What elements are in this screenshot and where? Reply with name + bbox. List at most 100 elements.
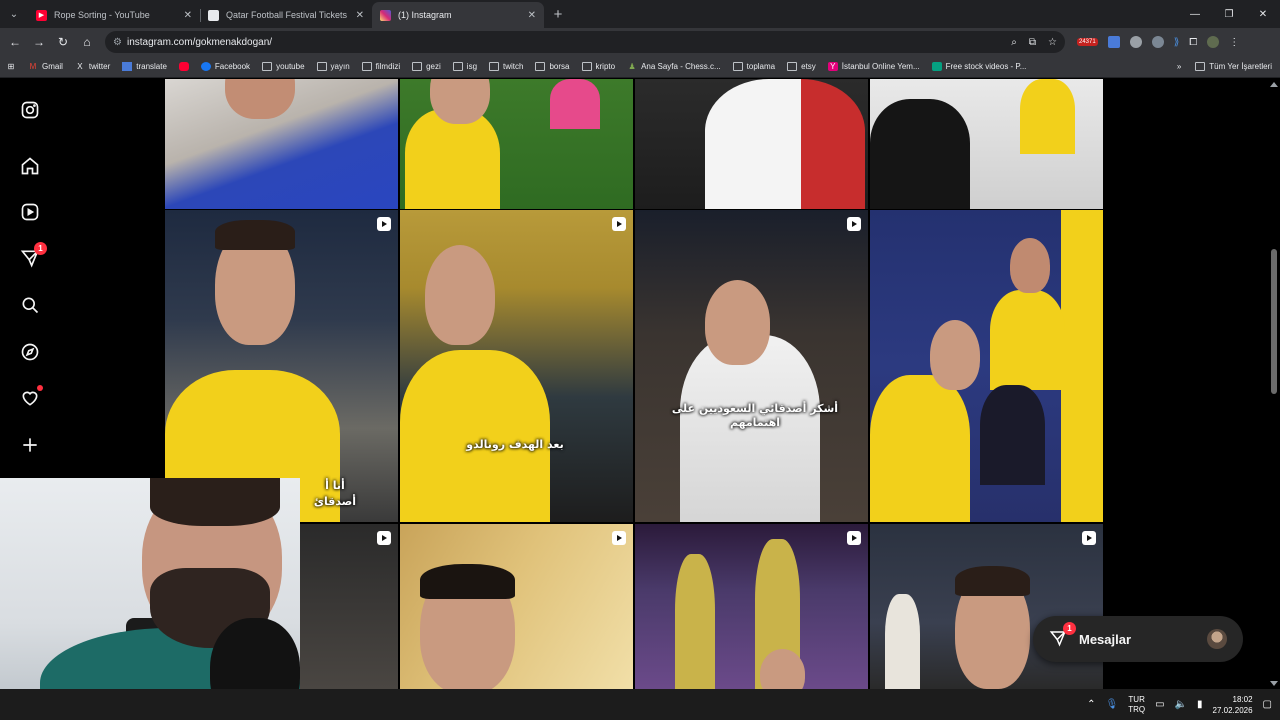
scroll-up-icon[interactable] xyxy=(1270,82,1278,87)
volume-icon[interactable]: 🔈 xyxy=(1175,699,1187,710)
page-scrollbar[interactable] xyxy=(1268,79,1280,689)
post-image xyxy=(930,320,980,390)
post-tile[interactable] xyxy=(635,524,868,689)
bookmark-star-icon[interactable]: ☆ xyxy=(1048,37,1057,48)
language-indicator[interactable]: TUR TRQ xyxy=(1128,695,1145,715)
reload-icon[interactable]: ↻ xyxy=(51,30,75,54)
post-tile[interactable] xyxy=(400,524,633,689)
post-tile[interactable] xyxy=(400,79,633,209)
webcam-overlay xyxy=(0,478,300,720)
tab-title: Qatar Football Festival Tickets ... xyxy=(226,10,349,20)
bookmark-free-stock[interactable]: Free stock videos - P... xyxy=(931,62,1026,71)
bookmark-translate[interactable]: translate xyxy=(122,62,167,71)
network-icon[interactable]: ▭ xyxy=(1155,699,1164,710)
tab-qatar-tickets[interactable]: Qatar Football Festival Tickets ... ✕ xyxy=(200,2,372,28)
apps-icon[interactable]: ⊞ xyxy=(6,62,16,71)
messages-icon[interactable]: 1 xyxy=(19,242,47,269)
post-tile[interactable] xyxy=(870,210,1103,522)
post-tile[interactable]: بعد الهدف رونالدو xyxy=(400,210,633,522)
reel-icon xyxy=(847,531,861,545)
tab-close-icon[interactable]: ✕ xyxy=(528,10,536,21)
back-icon[interactable]: ← xyxy=(3,30,27,54)
bookmark-istanbul-online[interactable]: Y İstanbul Online Yem... xyxy=(827,62,920,71)
bookmark-toplama[interactable]: toplama xyxy=(732,62,775,71)
explore-icon[interactable] xyxy=(19,341,41,363)
heart-icon[interactable] xyxy=(19,385,43,409)
install-app-icon[interactable]: ⧉ xyxy=(1029,37,1036,48)
messages-count-badge: 1 xyxy=(1063,622,1076,635)
post-image xyxy=(705,79,865,209)
bookmark-etsy[interactable]: etsy xyxy=(787,62,816,71)
post-image xyxy=(885,594,920,689)
tab-instagram[interactable]: (1) Instagram ✕ xyxy=(372,2,544,28)
post-caption-partial: أنا أ أصدقائ xyxy=(313,479,357,508)
window-controls: — ❐ ✕ xyxy=(1178,0,1280,28)
home-icon[interactable] xyxy=(19,155,41,177)
messages-pill[interactable]: 1 Mesajlar xyxy=(1033,616,1243,662)
tab-search-button[interactable]: ⌄ xyxy=(0,0,28,28)
post-tile[interactable] xyxy=(165,210,398,522)
bookmark-yayin[interactable]: yayın xyxy=(316,62,350,71)
bookmark-borsa[interactable]: borsa xyxy=(535,62,570,71)
tickets-favicon-icon xyxy=(208,9,219,21)
folder-icon xyxy=(412,62,423,71)
bookmark-chess[interactable]: ♟ Ana Sayfa - Chess.c... xyxy=(627,62,720,71)
tab-youtube[interactable]: ▶ Rope Sorting - YouTube ✕ xyxy=(28,2,200,28)
browser-toolbar: ← → ↻ ⌂ ⚙ instagram.com/gokmenakdogan/ ⌕… xyxy=(0,28,1280,56)
tab-close-icon[interactable]: ✕ xyxy=(356,10,364,21)
tab-close-icon[interactable]: ✕ xyxy=(184,10,192,21)
bookmark-kripto[interactable]: kripto xyxy=(581,62,615,71)
post-tile[interactable] xyxy=(635,79,868,209)
vpn-extension-icon[interactable] xyxy=(1151,36,1164,48)
scroll-down-icon[interactable] xyxy=(1270,681,1278,686)
wifi-extension-icon[interactable]: ⟫ xyxy=(1174,37,1180,48)
puzzle-extensions-icon[interactable]: ⧠ xyxy=(1189,37,1197,48)
bookmark-gezi[interactable]: gezi xyxy=(412,62,441,71)
tab-title: (1) Instagram xyxy=(398,10,452,20)
extension-badge[interactable]: 24371 xyxy=(1077,38,1098,46)
bookmark-twitch[interactable]: twitch xyxy=(489,62,523,71)
notifications-icon[interactable]: ▢ xyxy=(1263,699,1272,710)
battery-icon[interactable]: ▮ xyxy=(1197,699,1203,710)
post-image xyxy=(405,109,500,209)
bookmark-isg[interactable]: isg xyxy=(452,62,477,71)
restore-icon[interactable]: ❐ xyxy=(1212,0,1246,28)
url-text[interactable]: instagram.com/gokmenakdogan/ xyxy=(127,37,1011,48)
profile-avatar[interactable] xyxy=(1207,36,1220,48)
minimize-icon[interactable]: — xyxy=(1178,0,1212,28)
chess-pawn-icon: ♟ xyxy=(628,62,636,71)
translate-extension-icon[interactable] xyxy=(1107,36,1120,48)
address-bar[interactable]: ⚙ instagram.com/gokmenakdogan/ ⌕ ⧉ ☆ xyxy=(105,31,1065,53)
close-window-icon[interactable]: ✕ xyxy=(1246,0,1280,28)
new-tab-button[interactable]: + xyxy=(544,6,572,23)
menu-kebab-icon[interactable]: ⋮ xyxy=(1229,37,1239,48)
search-icon[interactable] xyxy=(19,294,41,316)
youtube-favicon-icon: ▶ xyxy=(36,9,47,21)
post-caption: بعد الهدف رونالدو xyxy=(466,438,564,451)
instagram-logo-icon[interactable] xyxy=(19,99,41,121)
tab-title: Rope Sorting - YouTube xyxy=(54,10,150,20)
post-tile[interactable]: أشكر أصدقائي السعوديين على اهتمامهم xyxy=(635,210,868,522)
bookmark-gmail[interactable]: M Gmail xyxy=(28,62,63,71)
site-info-icon[interactable]: ⚙ xyxy=(113,37,127,48)
bookmark-twitter[interactable]: Xtwitter xyxy=(75,62,110,71)
bookmark-youtube-icon-only[interactable] xyxy=(178,62,189,71)
bookmark-youtube[interactable]: youtube xyxy=(262,62,305,71)
home-icon[interactable]: ⌂ xyxy=(75,30,99,54)
bookmark-facebook[interactable]: Facebook xyxy=(200,62,250,71)
create-icon[interactable] xyxy=(19,434,41,456)
scroll-thumb[interactable] xyxy=(1271,249,1277,394)
clock[interactable]: 18:02 27.02.2026 xyxy=(1213,694,1253,716)
all-bookmarks[interactable]: Tüm Yer İşaretleri xyxy=(1195,62,1272,71)
zoom-icon[interactable]: ⌕ xyxy=(1011,37,1017,48)
post-tile[interactable] xyxy=(165,79,398,209)
more-bookmarks-icon[interactable]: » xyxy=(1177,62,1181,71)
post-tile[interactable] xyxy=(870,79,1103,209)
forward-icon[interactable]: → xyxy=(27,30,51,54)
chevron-up-icon[interactable]: ⌃ xyxy=(1087,699,1095,710)
microphone-icon[interactable]: 🎙 xyxy=(1105,699,1118,710)
reels-icon[interactable] xyxy=(19,201,41,223)
bookmark-filmdizi[interactable]: filmdizi xyxy=(361,62,400,71)
post-tile[interactable] xyxy=(870,524,1103,689)
extension-icon[interactable] xyxy=(1129,36,1142,48)
